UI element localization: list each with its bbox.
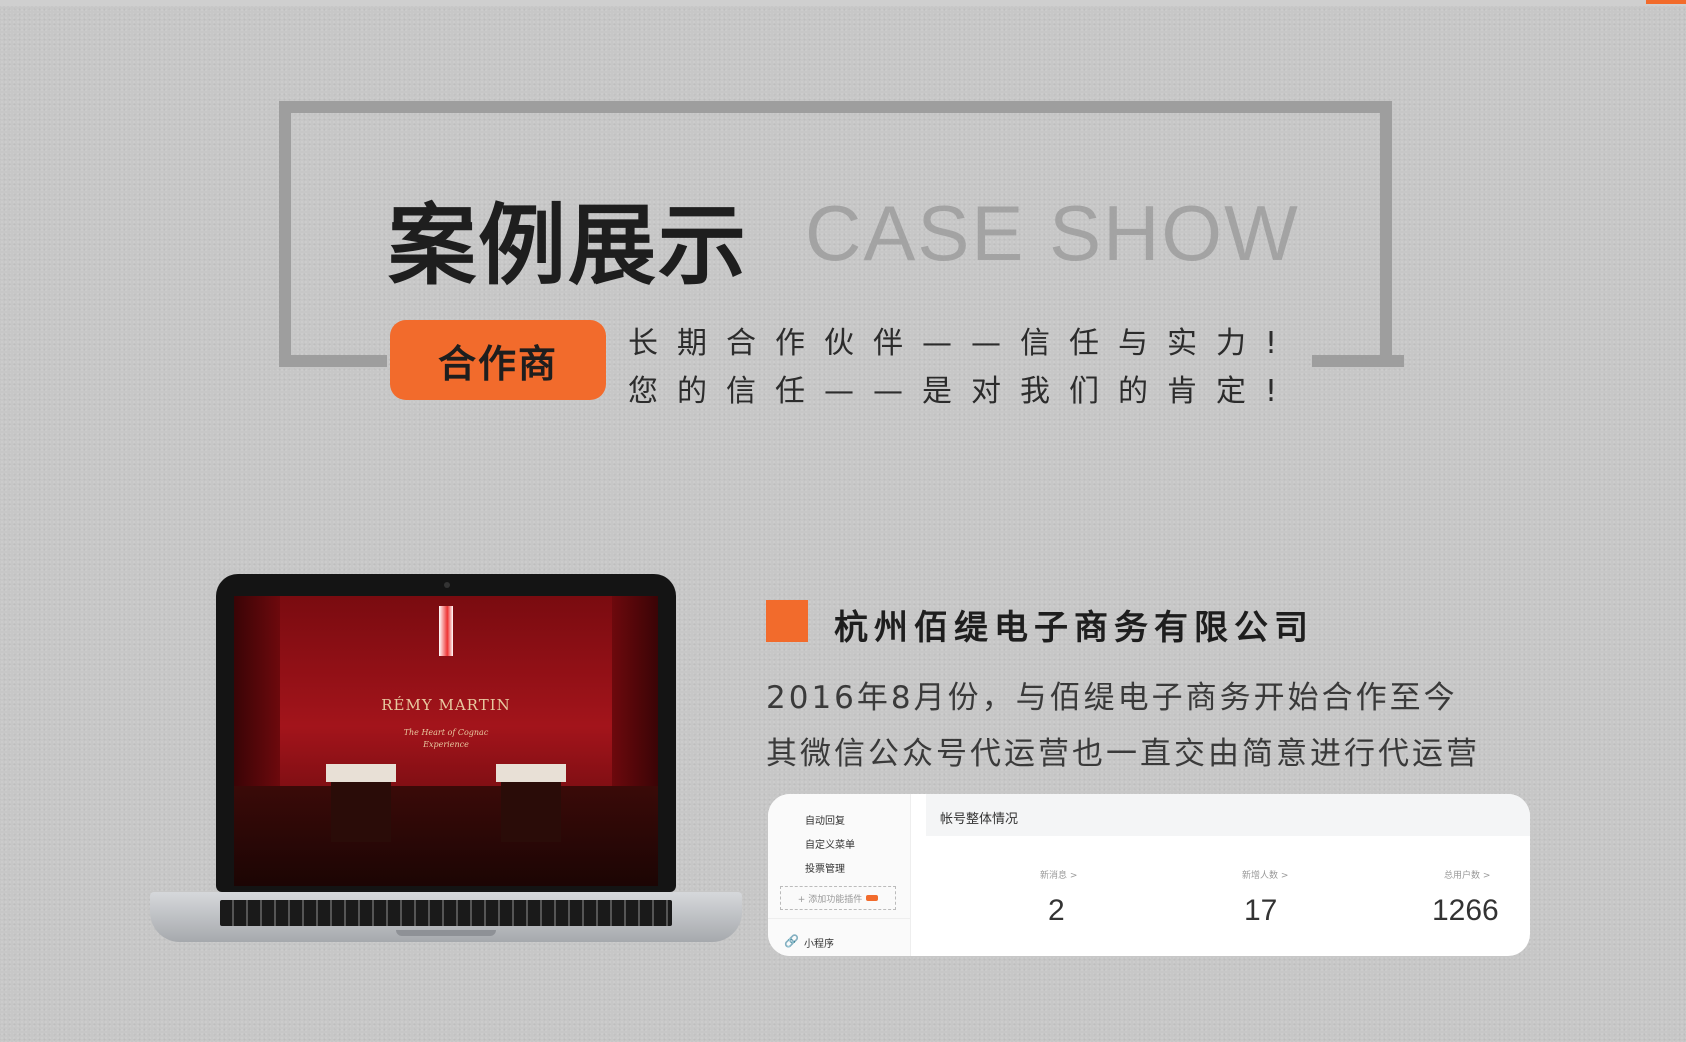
sidebar-item-vote[interactable]: 投票管理 — [805, 860, 845, 875]
add-plugin-label: + 添加功能插件 — [797, 894, 863, 905]
stat-value-new-followers: 17 — [1244, 894, 1278, 927]
top-bar — [0, 0, 1686, 6]
laptop-screen: RÉMY MARTIN The Heart of Cognac Experien… — [234, 596, 658, 886]
stat-value-new-messages: 2 — [1048, 894, 1065, 927]
laptop-camera — [444, 582, 450, 588]
sidebar-divider — [768, 918, 910, 919]
laptop-notch — [396, 930, 496, 936]
partner-badge: 合作商 — [390, 320, 606, 400]
screen-brand-logo: RÉMY MARTIN — [381, 696, 511, 714]
stat-value-total-users: 1266 — [1432, 894, 1499, 927]
slogan-line-1: 长期合作伙伴——信任与实力! — [628, 326, 1297, 361]
dashboard-sidebar: 自动回复 自定义菜单 投票管理 + 添加功能插件 🔗 小程序 — [768, 794, 911, 956]
new-badge — [866, 895, 879, 901]
company-name: 杭州佰缇电子商务有限公司 — [834, 608, 1314, 648]
company-desc-line-1: 2016年8月份，与佰缇电子商务开始合作至今 — [766, 680, 1458, 716]
screen-floor — [234, 786, 658, 886]
dashboard-card: 自动回复 自定义菜单 投票管理 + 添加功能插件 🔗 小程序 帐号整体情况 新消… — [768, 794, 1530, 956]
screen-table-base — [331, 782, 391, 842]
laptop-image: RÉMY MARTIN The Heart of Cognac Experien… — [150, 574, 742, 964]
screen-tagline-1: The Heart of Cognac — [403, 728, 489, 737]
link-icon: 🔗 — [784, 934, 799, 948]
screen-table — [496, 764, 566, 782]
screen-table-base — [501, 782, 561, 842]
dashboard-title: 帐号整体情况 — [940, 812, 1019, 827]
stat-label-new-followers[interactable]: 新增人数 > — [1242, 868, 1288, 881]
screen-table — [326, 764, 396, 782]
sidebar-item-mini-program[interactable]: 小程序 — [804, 935, 834, 950]
title-frame-bottom-right — [1312, 355, 1404, 367]
sidebar-item-custom-menu[interactable]: 自定义菜单 — [805, 836, 855, 851]
stat-label-new-messages[interactable]: 新消息 > — [1040, 868, 1077, 881]
laptop-keyboard — [220, 900, 672, 926]
section-title-cn: 案例展示 — [388, 194, 749, 297]
screen-tagline-2: Experience — [423, 740, 469, 749]
company-desc-line-2: 其微信公众号代运营也一直交由简意进行代运营 — [766, 736, 1480, 772]
add-plugin-button[interactable]: + 添加功能插件 — [780, 886, 896, 910]
sidebar-item-auto-reply[interactable]: 自动回复 — [805, 812, 845, 827]
screen-bottle — [439, 606, 453, 656]
title-frame-bottom-left — [279, 355, 387, 367]
slogan-line-2: 您的信任——是对我们的肯定! — [628, 374, 1297, 409]
stat-label-total-users[interactable]: 总用户数 > — [1444, 868, 1490, 881]
top-accent-bar — [1646, 0, 1686, 4]
company-marker — [766, 600, 808, 642]
section-title-en: CASE SHOW — [805, 189, 1300, 277]
